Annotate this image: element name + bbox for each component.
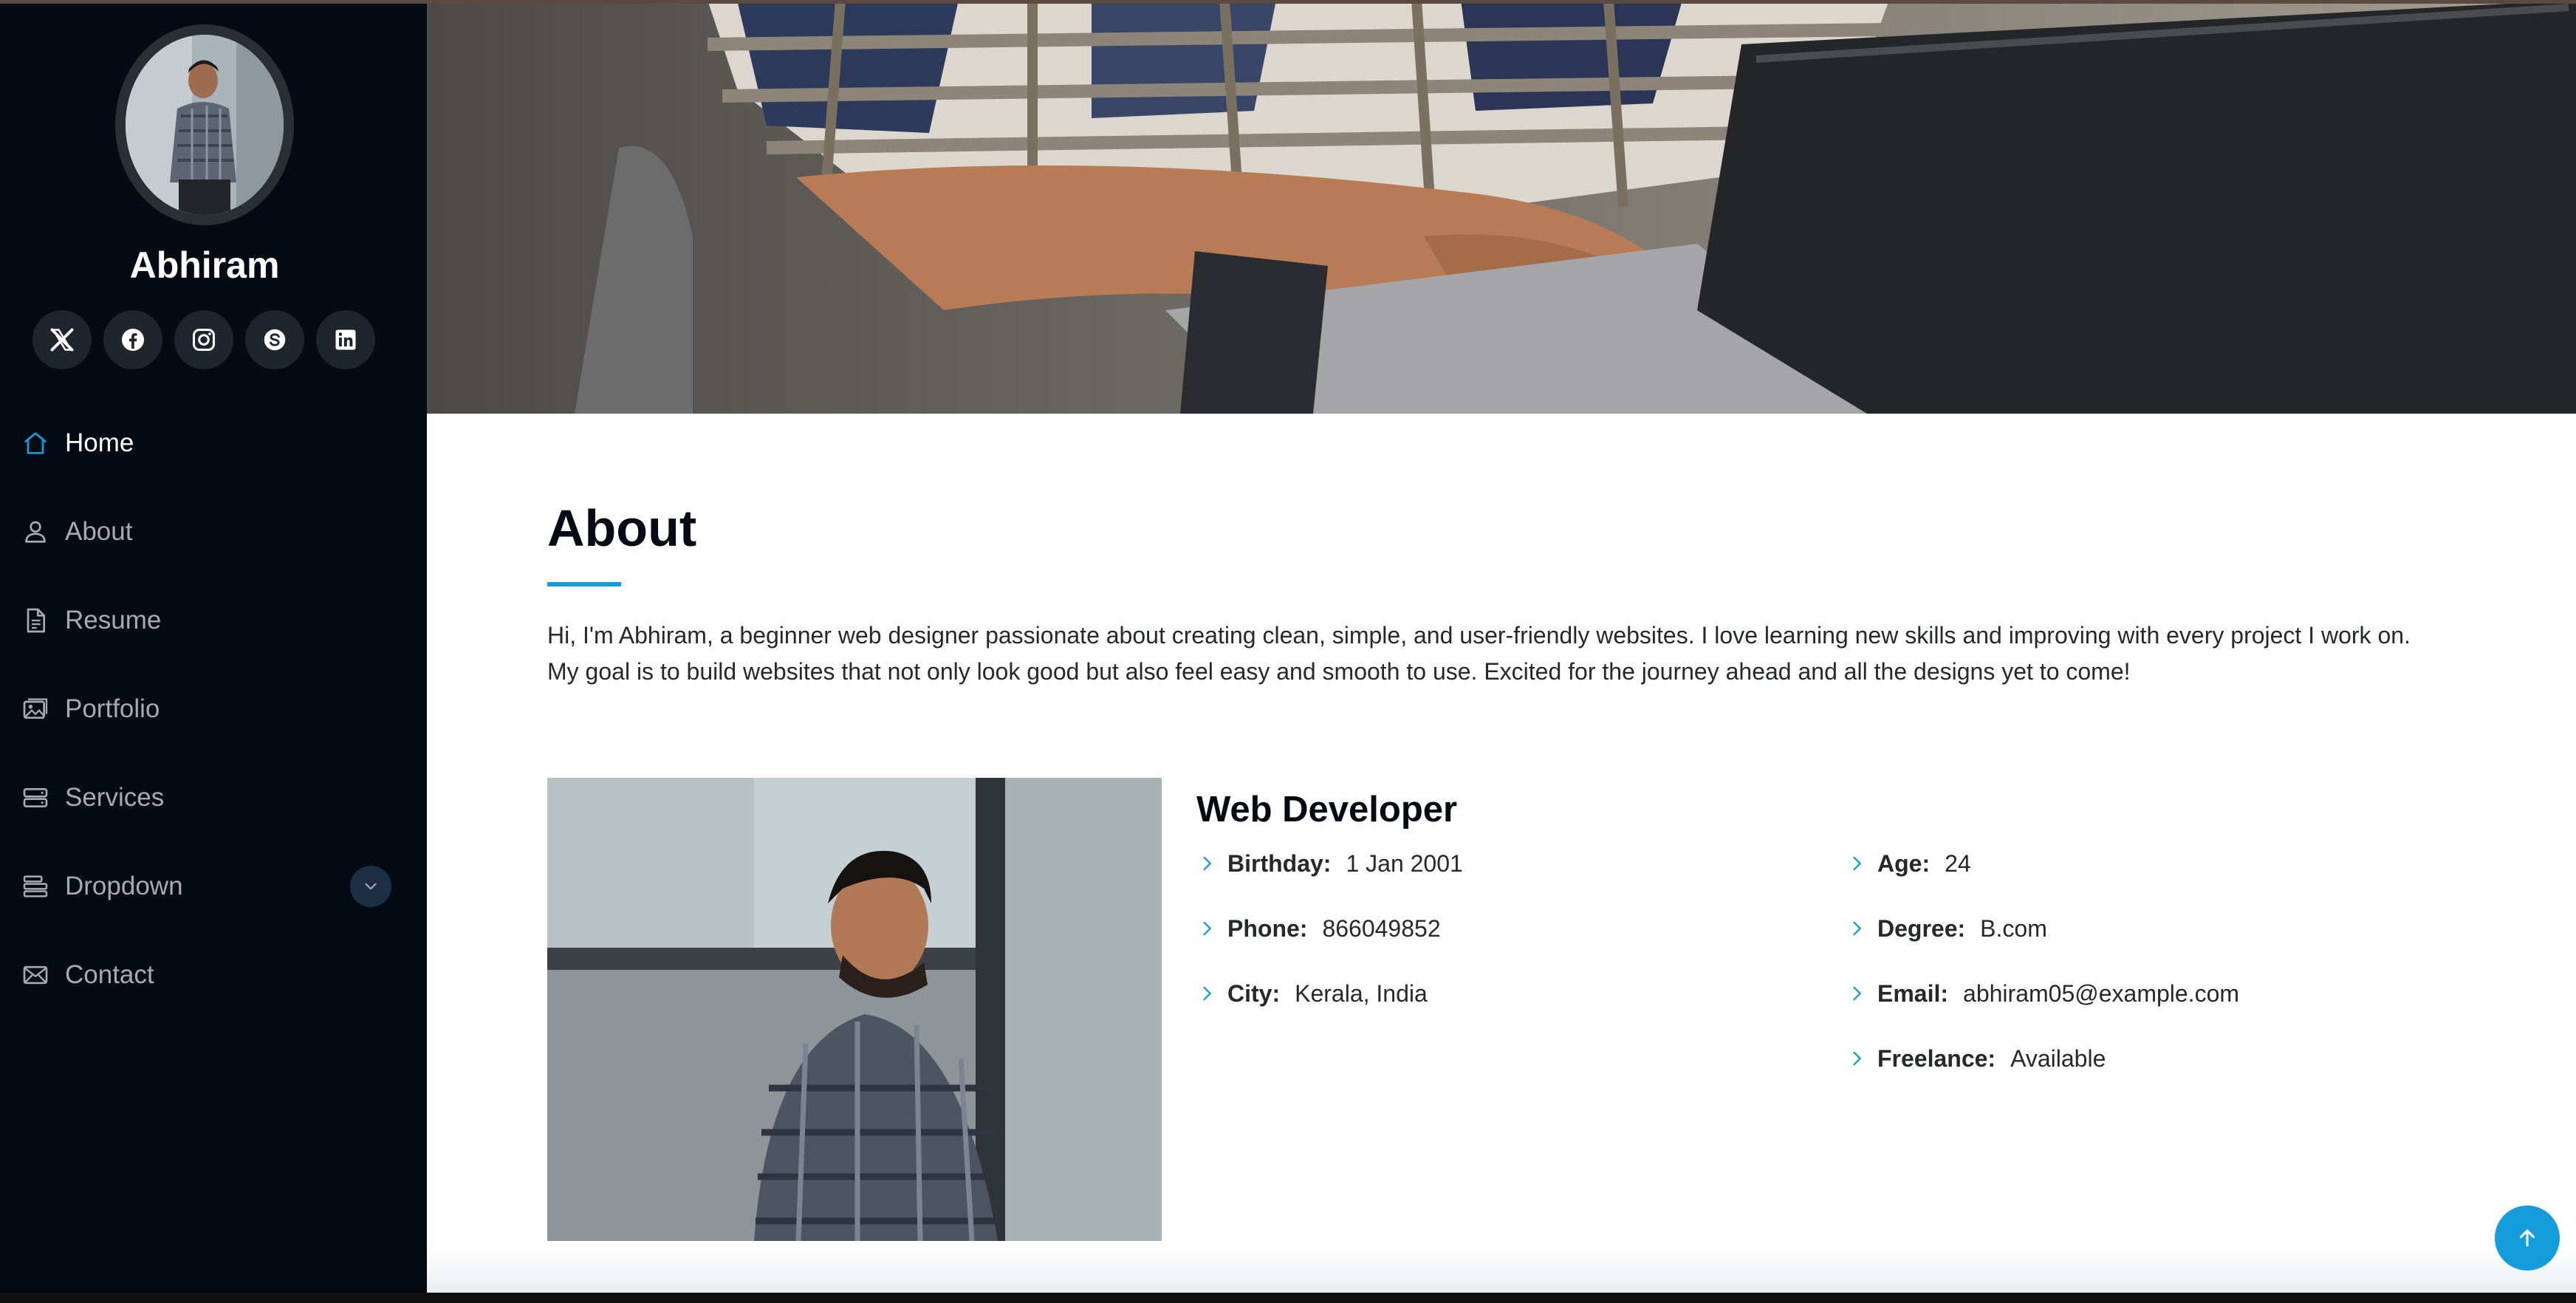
chevron-right-icon [1203, 856, 1211, 871]
role-title: Web Developer [1196, 790, 1458, 830]
chevron-right-icon [1853, 986, 1861, 1001]
nav-item-about[interactable]: About [19, 488, 391, 576]
main-content: About Hi, I'm Abhiram, a beginner web de… [427, 0, 2576, 1293]
info-key: Degree: [1877, 915, 1966, 942]
menu-list-icon [23, 875, 48, 897]
info-email: Email: abhiram05@example.com [1846, 978, 2239, 1043]
nav-label-portfolio: Portfolio [65, 694, 160, 723]
bottom-edge [0, 1293, 2576, 1303]
top-edge [0, 0, 2576, 4]
info-city: City: Kerala, India [1196, 978, 1463, 1043]
chevron-right-icon [1853, 921, 1861, 936]
title-underline [547, 582, 621, 586]
facebook-link[interactable] [103, 310, 162, 369]
profile-avatar [115, 24, 294, 225]
info-degree: Degree: B.com [1846, 913, 2239, 978]
info-key: Freelance: [1877, 1045, 1996, 1072]
dropdown-toggle[interactable] [350, 866, 391, 907]
nav-item-services[interactable]: Services [19, 753, 391, 842]
info-value: 24 [1945, 850, 1971, 877]
linkedin-icon [335, 329, 356, 350]
about-portrait [547, 778, 1162, 1241]
skype-link[interactable] [245, 310, 304, 369]
info-value: 1 Jan 2001 [1346, 850, 1463, 877]
nav-label-home: Home [65, 428, 134, 457]
info-value: Available [2010, 1045, 2106, 1072]
info-key: Age: [1877, 850, 1931, 877]
hero-image [427, 0, 2576, 414]
nav-item-contact[interactable]: Contact [19, 931, 391, 1019]
hdd-stack-icon [23, 788, 48, 807]
x-twitter-icon [50, 328, 74, 352]
house-icon [24, 432, 47, 454]
nav-label-resume: Resume [65, 606, 162, 635]
info-age: Age: 24 [1846, 848, 2239, 913]
chevron-right-icon [1203, 921, 1211, 936]
nav-item-resume[interactable]: Resume [19, 576, 391, 665]
section-bottom-fade [427, 1248, 2576, 1293]
nav-label-services: Services [65, 783, 165, 812]
info-key: City: [1227, 980, 1281, 1007]
info-list-right: Age: 24 Degree: B.com Email: abhiram05@e… [1846, 848, 2239, 1108]
images-icon [23, 698, 48, 719]
nav-label-contact: Contact [65, 960, 154, 989]
nav-label-dropdown: Dropdown [65, 872, 183, 900]
main-nav: Home About Resume Portfolio Services Dro… [19, 399, 391, 1019]
info-phone: Phone: 866049852 [1196, 913, 1463, 978]
person-icon [25, 521, 46, 543]
nav-item-dropdown[interactable]: Dropdown [19, 842, 391, 931]
chevron-right-icon [1853, 1051, 1861, 1066]
info-key: Birthday: [1227, 850, 1332, 877]
info-list-left: Birthday: 1 Jan 2001 Phone: 866049852 Ci… [1196, 848, 1463, 1043]
info-value: 866049852 [1322, 915, 1441, 942]
info-value: Kerala, India [1295, 980, 1428, 1007]
arrow-up-icon [2519, 1229, 2535, 1247]
x-twitter-link[interactable] [32, 310, 92, 369]
facebook-icon [122, 329, 144, 351]
about-description: Hi, I'm Abhiram, a beginner web designer… [547, 622, 2411, 685]
scroll-to-top-button[interactable] [2495, 1205, 2560, 1270]
nav-label-about: About [65, 517, 133, 546]
info-value: abhiram05@example.com [1963, 980, 2240, 1007]
skype-icon [264, 329, 286, 351]
chevron-right-icon [1203, 986, 1211, 1001]
info-key: Phone: [1227, 915, 1308, 942]
nav-item-portfolio[interactable]: Portfolio [19, 665, 391, 753]
sidebar: Abhiram Home About Resume Portfolio Serv… [0, 0, 427, 1293]
info-birthday: Birthday: 1 Jan 2001 [1196, 848, 1463, 913]
profile-name: Abhiram [129, 244, 280, 286]
linkedin-link[interactable] [316, 310, 375, 369]
envelope-icon [23, 965, 48, 985]
info-key: Email: [1877, 980, 1949, 1007]
chevron-down-icon [365, 883, 377, 890]
info-value: B.com [1980, 915, 2047, 942]
nav-item-home[interactable]: Home [19, 399, 391, 488]
social-links [32, 310, 375, 369]
info-freelance: Freelance: Available [1846, 1043, 2239, 1108]
instagram-link[interactable] [174, 310, 233, 369]
file-text-icon [27, 608, 46, 633]
instagram-icon [193, 329, 215, 351]
about-title: About [547, 499, 697, 557]
chevron-right-icon [1853, 856, 1861, 871]
